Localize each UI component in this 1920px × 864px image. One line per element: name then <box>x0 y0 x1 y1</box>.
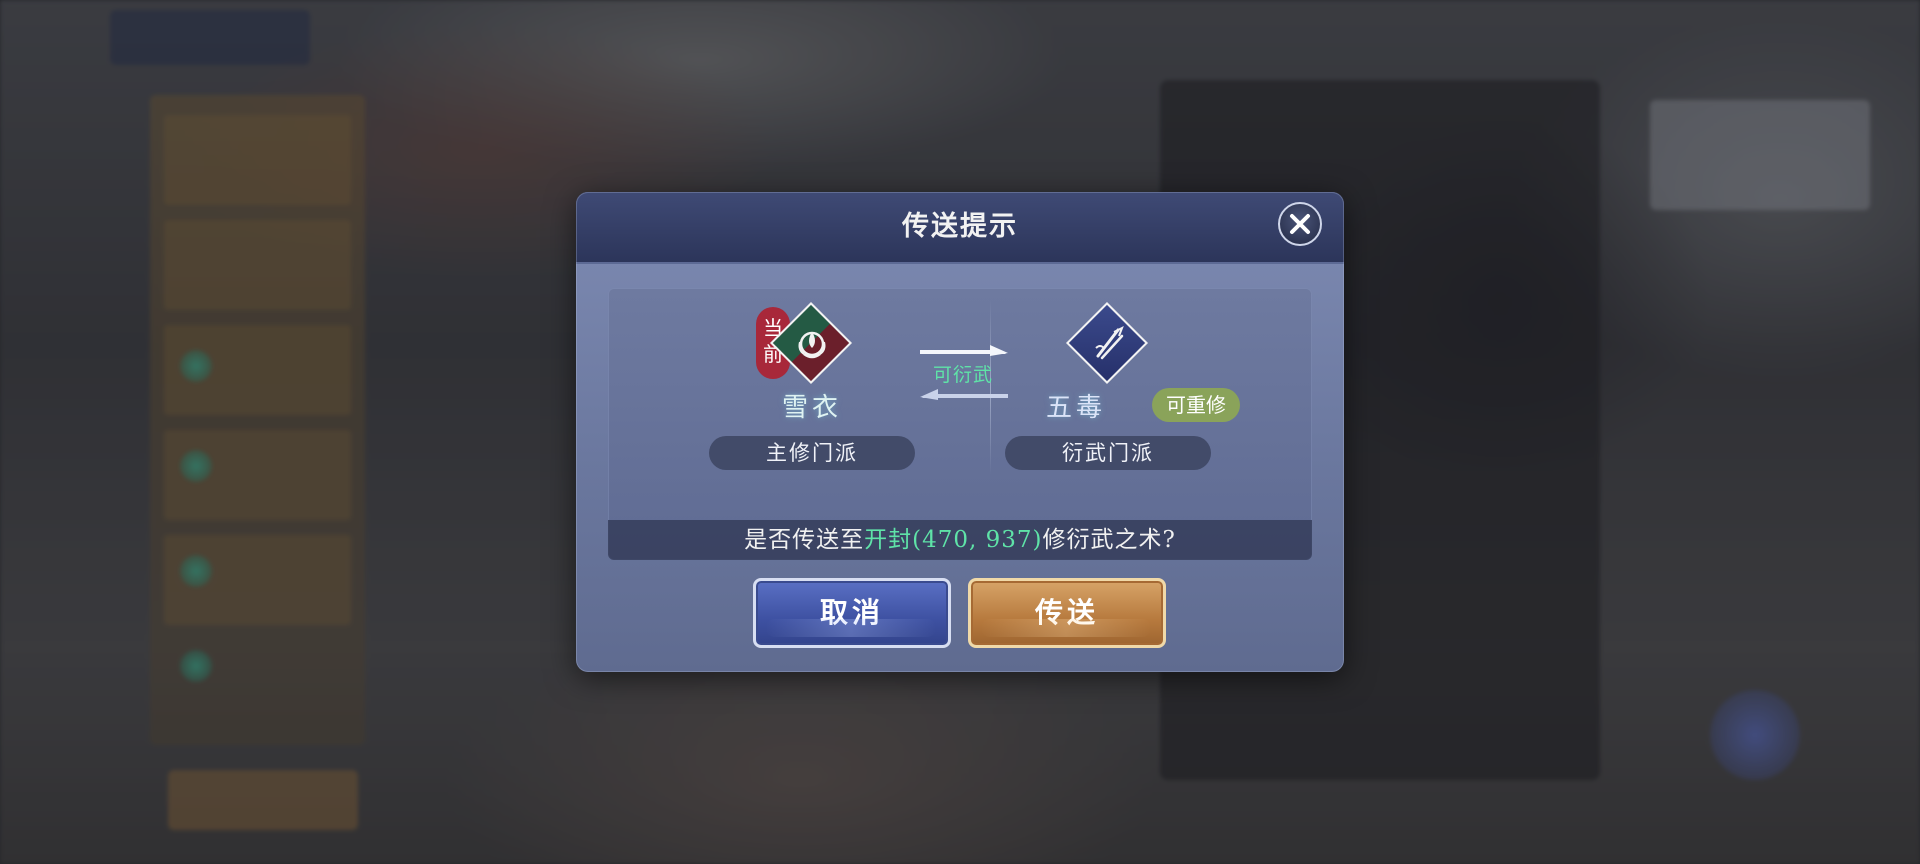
cancel-button[interactable]: 取消 <box>753 578 951 648</box>
teleport-button-decoration <box>981 619 1151 637</box>
xueyi-sect-emblem-icon <box>798 331 826 359</box>
dialog-title: 传送提示 <box>902 211 1018 242</box>
wudu-sect-emblem-icon <box>1095 325 1124 360</box>
close-button[interactable] <box>1278 202 1322 246</box>
main-sect-label: 主修门派 <box>709 436 915 470</box>
swap-label: 可衍武 <box>932 364 993 386</box>
teleport-question: 是否传送至开封(470, 937)修衍武之术? <box>608 520 1312 560</box>
question-suffix: 修衍武之术? <box>1042 527 1176 553</box>
cancel-button-decoration <box>766 619 936 637</box>
secondary-sect-label: 衍武门派 <box>1005 436 1211 470</box>
teleport-button[interactable]: 传送 <box>968 578 1166 648</box>
rebuild-tag: 可重修 <box>1152 388 1240 422</box>
main-sect-name: 雪衣 <box>781 393 842 423</box>
teleport-dialog: 传送提示 当 前 雪衣 主修门派 可衍武 五毒 可重修 衍武门派 是否传送至开封… <box>576 192 1344 672</box>
secondary-sect-name: 五毒 <box>1045 393 1106 423</box>
sect-info-panel: 当 前 雪衣 主修门派 可衍武 五毒 可重修 衍武门派 是否传送至开封(470,… <box>608 288 1312 560</box>
question-prefix: 是否传送至 <box>744 527 865 553</box>
question-destination: 开封(470, 937) <box>864 527 1043 553</box>
close-icon <box>1290 214 1310 234</box>
